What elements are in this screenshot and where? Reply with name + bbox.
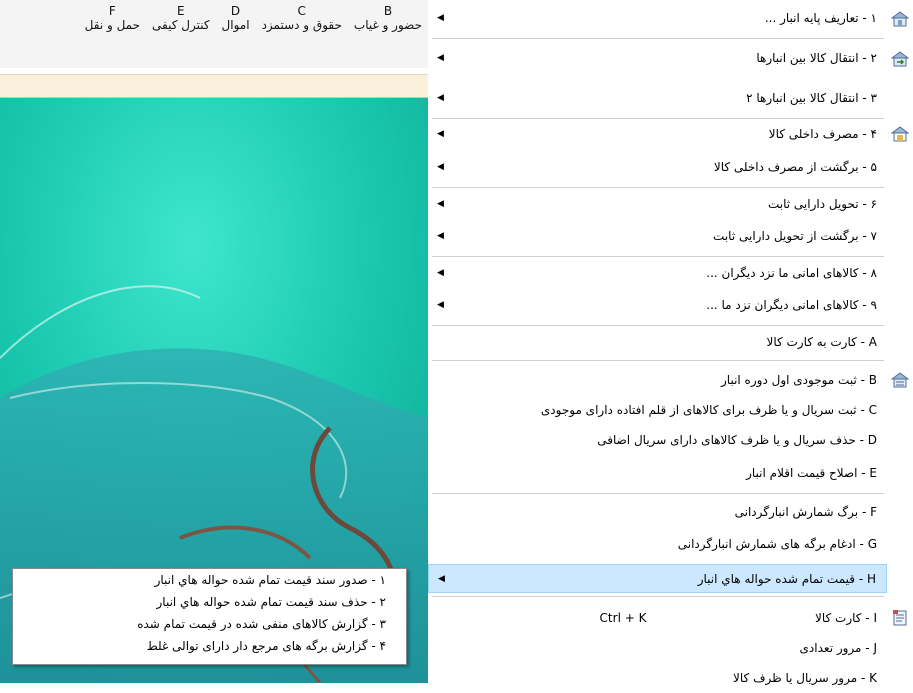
warehouse-consume-icon	[891, 126, 909, 142]
submenu-arrow-icon: ◀	[437, 93, 444, 103]
menu-item-opening-inventory[interactable]: B - ثبت موجودی اول دوره انبار	[428, 366, 887, 395]
submenu-arrow-icon: ◀	[437, 162, 444, 172]
menu-separator	[432, 187, 884, 188]
module-tab-label: حضور و غیاب	[353, 18, 422, 32]
toolbar-strip	[0, 74, 428, 98]
menu-item-warehouse-definitions[interactable]: ◀ ۱ - تعاریف پایه انبار ...	[428, 4, 887, 33]
module-tab-quality-control[interactable]: E کنترل کیفی	[146, 4, 216, 33]
module-tab-letter: B	[383, 4, 393, 18]
menu-item-serial-review[interactable]: K - مرور سریال یا ظرف کالا	[428, 664, 887, 693]
menu-item-count-sheet[interactable]: F - برگ شمارش انبارگردانی	[428, 498, 887, 527]
menu-item-label: E - اصلاح قیمت اقلام انبار	[746, 466, 877, 480]
warehouse-transfer-icon	[891, 51, 909, 67]
menu-item-merge-count-sheets[interactable]: G - ادغام برگه های شمارش انبارگردانی	[428, 530, 887, 559]
menu-separator	[432, 325, 884, 326]
menu-icon-column	[887, 0, 913, 683]
menu-item-label: G - ادغام برگه های شمارش انبارگردانی	[677, 537, 877, 551]
submenu-arrow-icon: ◀	[437, 13, 444, 23]
stock-card-icon	[893, 610, 907, 626]
submenu-arrow-icon: ◀	[437, 268, 444, 278]
module-tab-assets[interactable]: D اموال	[216, 4, 256, 33]
module-tab-attendance[interactable]: B حضور و غیاب	[348, 4, 428, 33]
menu-item-label: ۴ - مصرف داخلی کالا	[768, 127, 877, 141]
menu-item-correct-prices[interactable]: E - اصلاح قیمت اقلام انبار	[428, 459, 887, 488]
module-toolbar: B حضور و غیاب C حقوق و دستمزد D اموال E …	[0, 0, 428, 68]
menu-item-stock-card[interactable]: Ctrl + K I - کارت کالا	[428, 604, 887, 633]
menu-item-register-serial[interactable]: C - ثبت سریال و یا ظرف برای کالاهای از ق…	[428, 396, 887, 425]
warehouse-context-menu: ◀ ۱ - تعاریف پایه انبار ... ◀ ۲ - انتقال…	[428, 0, 913, 685]
menu-item-delete-serial[interactable]: D - حذف سریال و یا ظرف کالاهای دارای سری…	[428, 426, 887, 455]
menu-item-internal-consumption[interactable]: ◀ ۴ - مصرف داخلی کالا	[428, 120, 887, 149]
module-tab-letter: C	[297, 4, 306, 18]
menu-separator	[432, 493, 884, 494]
warehouse-inventory-icon	[891, 372, 909, 388]
menu-item-cost-of-issues[interactable]: ◀ H - قیمت تمام شده حواله هاي انبار	[428, 564, 887, 593]
menu-item-label: A - کارت به کارت کالا	[766, 335, 877, 349]
menu-item-card-to-card[interactable]: A - کارت به کارت کالا	[428, 328, 887, 357]
submenu-item-issue-cost-document[interactable]: ۱ - صدور سند قیمت تمام شده حواله هاي انب…	[13, 569, 406, 591]
menu-item-label: ۳ - انتقال کالا بین انبارها ۲	[746, 91, 877, 105]
menu-item-shortcut: Ctrl + K	[599, 611, 647, 625]
menu-item-label: F - برگ شمارش انبارگردانی	[734, 505, 877, 519]
menu-item-label: K - مرور سریال یا ظرف کالا	[733, 671, 877, 685]
menu-item-transfer-between-warehouses-2[interactable]: ◀ ۳ - انتقال کالا بین انبارها ۲	[428, 84, 887, 113]
submenu-arrow-icon: ◀	[438, 574, 445, 584]
submenu-arrow-icon: ◀	[437, 231, 444, 241]
module-tab-payroll[interactable]: C حقوق و دستمزد	[256, 4, 348, 33]
submenu-item-wrong-sequence-report[interactable]: ۴ - گزارش برگه های مرجع دار دارای توالی …	[13, 635, 406, 657]
menu-item-fixed-asset-delivery[interactable]: ◀ ۶ - تحویل دارایی ثابت	[428, 190, 887, 219]
submenu-arrow-icon: ◀	[437, 53, 444, 63]
module-tab-label: حقوق و دستمزد	[261, 18, 342, 32]
module-tab-letter: E	[176, 4, 185, 18]
menu-item-label: H - قیمت تمام شده حواله هاي انبار	[697, 572, 876, 586]
menu-item-label: J - مرور تعدادی	[799, 641, 877, 655]
menu-separator	[432, 38, 884, 39]
menu-item-label: C - ثبت سریال و یا ظرف برای کالاهای از ق…	[540, 403, 877, 417]
menu-separator	[432, 118, 884, 119]
menu-item-transfer-between-warehouses[interactable]: ◀ ۲ - انتقال کالا بین انبارها	[428, 44, 887, 73]
menu-item-our-goods-at-others[interactable]: ◀ ۸ - کالاهای امانی ما نزد دیگران ...	[428, 259, 887, 288]
submenu-item-negative-goods-report[interactable]: ۳ - گزارش کالاهای منفی شده در قیمت تمام …	[13, 613, 406, 635]
menu-item-label: D - حذف سریال و یا ظرف کالاهای دارای سری…	[597, 433, 877, 447]
menu-item-label: ۲ - انتقال کالا بین انبارها	[756, 51, 877, 65]
cost-calculation-submenu: ۱ - صدور سند قیمت تمام شده حواله هاي انب…	[12, 568, 407, 665]
menu-item-quantity-review[interactable]: J - مرور تعدادی	[428, 634, 887, 663]
menu-item-label: ۱ - تعاریف پایه انبار ...	[764, 11, 877, 25]
submenu-arrow-icon: ◀	[437, 199, 444, 209]
submenu-arrow-icon: ◀	[437, 129, 444, 139]
menu-item-label: I - کارت کالا	[815, 611, 877, 625]
module-tab-label: حمل و نقل	[84, 18, 141, 32]
menu-item-return-internal-consumption[interactable]: ◀ ۵ - برگشت از مصرف داخلی کالا	[428, 153, 887, 182]
menu-item-return-fixed-asset-delivery[interactable]: ◀ ۷ - برگشت از تحویل دارایی ثابت	[428, 222, 887, 251]
menu-item-others-goods-at-us[interactable]: ◀ ۹ - کالاهای امانی دیگران نزد ما ...	[428, 291, 887, 320]
submenu-arrow-icon: ◀	[437, 300, 444, 310]
menu-item-label: ۶ - تحویل دارایی ثابت	[767, 197, 877, 211]
module-tab-transport[interactable]: F حمل و نقل	[79, 4, 146, 33]
warehouse-icon	[891, 11, 909, 27]
menu-item-label: B - ثبت موجودی اول دوره انبار	[721, 373, 877, 387]
menu-separator	[432, 596, 884, 597]
menu-separator	[432, 360, 884, 361]
module-tab-letter: F	[108, 4, 116, 18]
module-tab-label: کنترل کیفی	[152, 18, 210, 32]
module-tab-label: اموال	[221, 18, 250, 32]
menu-item-label: ۹ - کالاهای امانی دیگران نزد ما ...	[706, 298, 877, 312]
menu-item-label: ۵ - برگشت از مصرف داخلی کالا	[713, 160, 877, 174]
menu-separator	[432, 256, 884, 257]
module-tab-letter: D	[230, 4, 241, 18]
menu-item-label: ۸ - کالاهای امانی ما نزد دیگران ...	[706, 266, 877, 280]
menu-item-label: ۷ - برگشت از تحویل دارایی ثابت	[713, 229, 877, 243]
submenu-item-delete-cost-document[interactable]: ۲ - حذف سند قیمت تمام شده حواله هاي انبا…	[13, 591, 406, 613]
